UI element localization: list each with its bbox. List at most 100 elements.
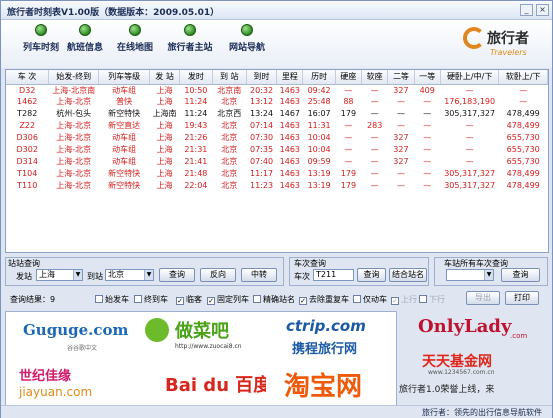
table-cell: 305,317,327 (444, 109, 496, 119)
ad-fund[interactable]: 天天基金网 www.1234567.com.cn (398, 348, 548, 382)
table-cell: — (519, 85, 528, 95)
table-cell: 327 (393, 85, 409, 95)
column-header[interactable]: 硬卧上/中/下 (440, 70, 500, 85)
column-header[interactable]: 软座 (361, 70, 389, 85)
checkbox-icon[interactable] (95, 295, 103, 303)
column-header[interactable]: 软卧上/下 (498, 70, 548, 85)
table-cell: 478,499 (506, 168, 540, 178)
table-row[interactable]: D314 上海-北京 动车组 上海 21:41 北京 07:40 1463 09:59 — — 327… (6, 155, 548, 167)
result-count: 查询结果：9 (10, 295, 56, 304)
ad-sub: jiayuan.com (19, 385, 93, 399)
ad-baidu[interactable]: Bai du 百度 (137, 361, 266, 407)
to-station-select[interactable]: 北京 ▼ (105, 269, 154, 281)
ad-main: 天天基金网 (422, 354, 492, 370)
table-row[interactable]: T110 上海-北京 新空特快 上海 22:04 北京 11:23 1463 13:19 179 —… (6, 179, 548, 191)
table-row[interactable]: 1462 上海-北京 普快 上海 11:24 北京 13:12 1463 25:48 88 — — — 1… (6, 96, 548, 108)
nav-main-site[interactable]: 旅行者主站 (160, 24, 220, 53)
column-header[interactable]: 硬座 (335, 70, 363, 85)
checkbox-icon[interactable] (353, 295, 361, 303)
checkbox-icon[interactable] (253, 295, 261, 303)
table-cell: 179 (340, 168, 357, 178)
checkbox-icon[interactable]: ✓ (176, 297, 184, 305)
table-cell: — (370, 156, 379, 166)
table-row[interactable]: T104 上海-北京 新空特快 上海 21:48 北京 11:17 1463 13:19 179 —… (6, 167, 548, 179)
to-station-label: 到站 (87, 272, 103, 281)
from-station-value: 上海 (39, 270, 55, 279)
train-query-button[interactable]: 查询 (357, 268, 386, 282)
table-cell: — (423, 156, 432, 166)
train-number-input[interactable]: T211 (313, 269, 354, 281)
station-all-query-button[interactable]: 查询 (501, 268, 540, 282)
reverse-button[interactable]: 反向 (200, 268, 236, 282)
nav-online-map[interactable]: 在线地图 (105, 24, 165, 53)
ad-guguge[interactable]: Guguge.com 谷谷歌中文 (7, 313, 136, 359)
column-header[interactable]: 发 站 (149, 70, 181, 85)
transfer-button[interactable]: 中转 (241, 268, 277, 282)
minimize-button[interactable]: _ (520, 4, 533, 16)
check-fixed[interactable]: ✓ 固定列车 (207, 294, 249, 305)
schedule-table[interactable]: 车 次始发-终到 列车等级发 站发时到 站到时 里程 历时 硬座 软座 二等 一等 硬卧上/中/… (5, 69, 549, 253)
check-label: 下行 (429, 295, 445, 304)
table-cell: 655,730 (506, 156, 540, 166)
column-header[interactable]: 一等 (414, 70, 441, 85)
column-header[interactable]: 列车等级 (98, 70, 150, 85)
table-row[interactable]: T282 杭州-包头 新空特快 上海南 11:24 北京西 13:24 1467 16:07 17… (6, 108, 548, 120)
check-terminal[interactable]: 终到车 (134, 294, 168, 305)
chevron-down-icon[interactable]: ▼ (484, 270, 493, 280)
table-cell: — (396, 168, 405, 178)
column-header[interactable]: 到时 (246, 70, 278, 85)
circle-icon (35, 24, 47, 36)
check-exact-name[interactable]: 精确站名 (253, 294, 295, 305)
table-cell: 北京西 (217, 109, 242, 119)
table-cell: 10:04 (307, 133, 331, 142)
chevron-down-icon[interactable]: ▼ (73, 270, 82, 280)
table-cell: — (370, 144, 379, 154)
table-cell: — (396, 97, 405, 107)
nav-site-guide[interactable]: 网站导航 (217, 24, 277, 53)
table-row[interactable]: D32 上海-北京南 动车组 上海 10:50 北京南 20:32 1463 09:42 — — 32… (6, 84, 548, 96)
chevron-down-icon[interactable]: ▼ (144, 270, 153, 280)
ad-zuocai[interactable]: 做菜吧 http://www.zuocai8.cn (137, 313, 266, 359)
export-button[interactable]: 导出 (466, 291, 500, 305)
station-all-title: 车站所有车次查询 (444, 259, 508, 268)
table-cell: 上海-北京南 (52, 85, 96, 95)
table-cell: 上海 (156, 97, 173, 107)
check-origin[interactable]: 始发车 (95, 294, 129, 305)
check-emu-only[interactable]: 仅动车 (353, 294, 387, 305)
column-header[interactable]: 发时 (179, 70, 213, 85)
table-cell: 07:30 (250, 133, 274, 142)
ad-ctrip[interactable]: ctrip.com 携程旅行网 (268, 313, 397, 359)
from-station-select[interactable]: 上海 ▼ (36, 269, 83, 281)
table-cell: D306 (16, 133, 38, 142)
checkbox-icon[interactable] (134, 295, 142, 303)
column-header[interactable]: 二等 (387, 70, 415, 85)
checkbox-icon[interactable]: ✓ (299, 297, 307, 305)
table-cell: 1462 (17, 97, 38, 107)
ad-onlylady[interactable]: OnlyLady .com (398, 312, 548, 348)
check-temporary[interactable]: ✓ 临客 (176, 294, 202, 305)
ad-taobao[interactable]: 淘宝网 (268, 361, 397, 407)
table-cell: 327 (393, 133, 409, 142)
column-header[interactable]: 始发-终到 (48, 70, 100, 85)
column-header[interactable]: 里程 (276, 70, 304, 85)
table-row[interactable]: D302 上海-北京 动车组 上海 21:31 北京 07:35 1463 10:04 — — 327… (6, 143, 548, 155)
print-button[interactable]: 打印 (505, 291, 539, 305)
table-cell: — (519, 97, 528, 107)
combine-station-button[interactable]: 结合站名 (389, 268, 427, 282)
column-header[interactable]: 历时 (302, 70, 336, 85)
ad-jiayuan[interactable]: 世纪佳缘 jiayuan.com (7, 361, 136, 407)
checkbox-icon[interactable]: ✓ (207, 297, 215, 305)
column-header[interactable]: 车 次 (6, 70, 49, 85)
close-button[interactable]: × (536, 4, 549, 16)
check-dedupe[interactable]: ✓ 去除重复车 (299, 294, 349, 305)
table-cell: T282 (17, 109, 38, 119)
check-label: 始发车 (105, 295, 129, 304)
table-cell: 16:07 (307, 109, 331, 119)
station-all-select[interactable]: ▼ (446, 269, 494, 281)
table-row[interactable]: Z22 上海-北京 新空直达 上海 19:43 北京 07:14 1463 11:31 — 283 —… (6, 120, 548, 132)
column-header[interactable]: 到 站 (212, 70, 247, 85)
station-query-button[interactable]: 查询 (159, 268, 195, 282)
table-row[interactable]: D306 上海-北京 动车组 上海 21:26 北京 07:30 1463 10:04 — — 327… (6, 132, 548, 144)
table-cell: 327 (393, 144, 409, 154)
table-cell: 北京 (221, 156, 238, 166)
